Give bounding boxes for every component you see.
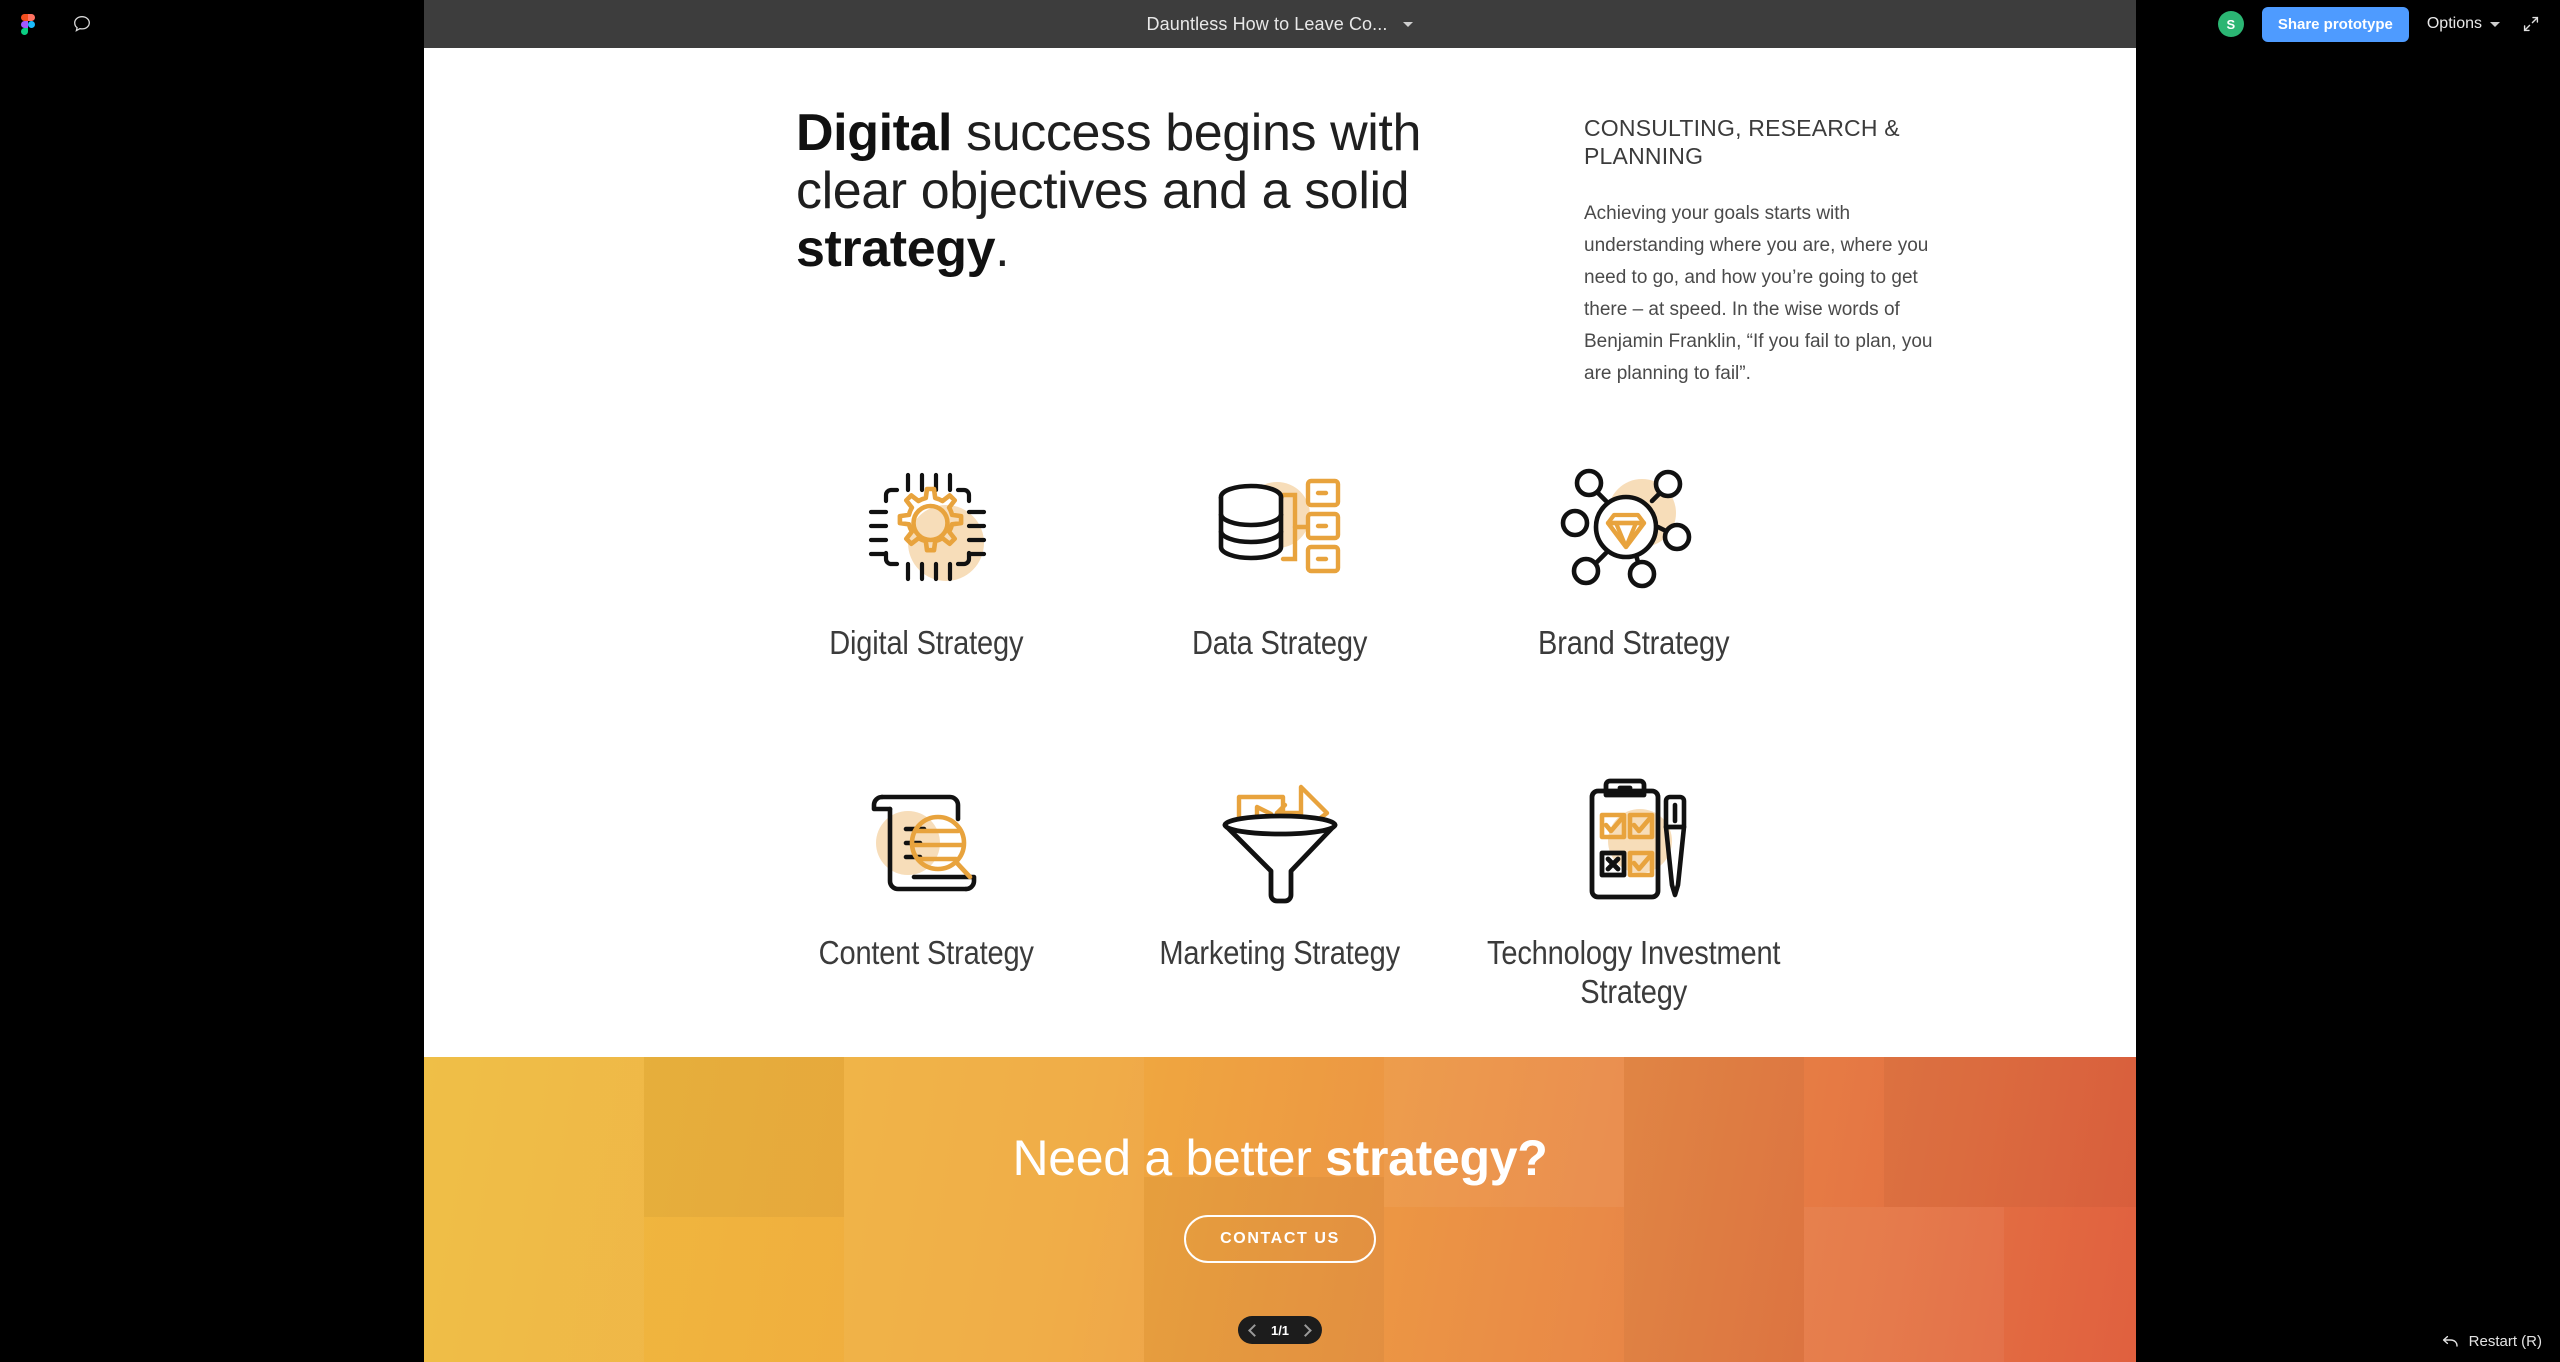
headline-emphasis-2: strategy: [796, 220, 996, 279]
strategy-grid: Digital Strategy Data Strategy Brand Str…: [750, 452, 1810, 1013]
avatar[interactable]: S: [2217, 11, 2244, 37]
network-diamond-icon: [1528, 452, 1738, 602]
options-menu-button[interactable]: Options: [2427, 15, 2500, 33]
grid-item-label: Marketing Strategy: [1159, 934, 1401, 972]
prototype-pager: 1/1: [1237, 1316, 1323, 1344]
prototype-title-bar: Dauntless How to Leave Co...: [424, 0, 2136, 48]
grid-item-label: Technology Investment Strategy: [1486, 934, 1781, 1011]
chevron-down-icon[interactable]: [1403, 21, 1414, 27]
database-nodes-icon: [1175, 452, 1385, 602]
hero-section: Digital success begins with clear object…: [424, 48, 2136, 390]
grid-item-marketing-strategy[interactable]: Marketing Strategy: [1103, 762, 1456, 1012]
grid-item-label: Data Strategy: [1192, 623, 1368, 661]
section-eyebrow: CONSULTING, RESEARCH & PLANNING: [1584, 115, 1900, 170]
frame-title: Dauntless How to Leave Co...: [1146, 13, 1388, 34]
grid-item-label: Brand Strategy: [1537, 623, 1729, 661]
top-toolbar: Dauntless How to Leave Co... S Share pro…: [0, 0, 2560, 48]
cta-title-emphasis: strategy?: [1325, 1130, 1548, 1186]
scroll-magnifier-icon: [822, 762, 1032, 912]
options-label: Options: [2426, 15, 2482, 32]
grid-item-digital-strategy[interactable]: Digital Strategy: [750, 452, 1103, 663]
comment-icon[interactable]: [68, 10, 96, 38]
figma-prototype-viewer: Dauntless How to Leave Co... S Share pro…: [0, 0, 2560, 1362]
prototype-canvas: Digital success begins with clear object…: [424, 48, 2136, 1362]
grid-item-brand-strategy[interactable]: Brand Strategy: [1457, 452, 1810, 663]
toolbar-right-group: S Share prototype Options: [2217, 0, 2560, 48]
chevron-left-icon[interactable]: [1248, 1323, 1261, 1337]
intro-column: CONSULTING, RESEARCH & PLANNING Achievin…: [1584, 104, 1939, 390]
headline-emphasis-1: Digital: [796, 104, 953, 162]
restart-label: Restart (R): [2468, 1333, 2542, 1350]
restart-arrow-icon: [2442, 1335, 2458, 1347]
grid-item-label: Digital Strategy: [829, 623, 1024, 661]
intro-paragraph: Achieving your goals starts with underst…: [1584, 203, 1933, 384]
grid-item-content-strategy[interactable]: Content Strategy: [750, 762, 1103, 1012]
fullscreen-icon[interactable]: [2518, 11, 2544, 37]
chip-gear-icon: [822, 452, 1032, 602]
cta-title-plain: Need a better: [1012, 1130, 1326, 1186]
page-title: Digital success begins with clear object…: [796, 104, 1436, 390]
contact-us-button[interactable]: CONTACT US: [1184, 1215, 1376, 1263]
grid-item-technology-investment-strategy[interactable]: Technology Investment Strategy: [1457, 762, 1810, 1012]
grid-item-label: Content Strategy: [819, 934, 1035, 972]
headline-period: .: [995, 220, 1010, 279]
page-indicator: 1/1: [1270, 1322, 1290, 1338]
clipboard-pen-icon: [1528, 762, 1738, 912]
chevron-down-icon: [2490, 21, 2500, 27]
chevron-right-icon[interactable]: [1299, 1323, 1312, 1337]
restart-button[interactable]: Restart (R): [2442, 1333, 2542, 1350]
funnel-media-icon: [1175, 762, 1385, 912]
grid-item-data-strategy[interactable]: Data Strategy: [1103, 452, 1456, 663]
share-prototype-button[interactable]: Share prototype: [2261, 6, 2409, 42]
figma-logo[interactable]: [14, 10, 42, 38]
cta-title: Need a better strategy?: [1012, 1129, 1547, 1187]
toolbar-left-group: [0, 10, 424, 38]
